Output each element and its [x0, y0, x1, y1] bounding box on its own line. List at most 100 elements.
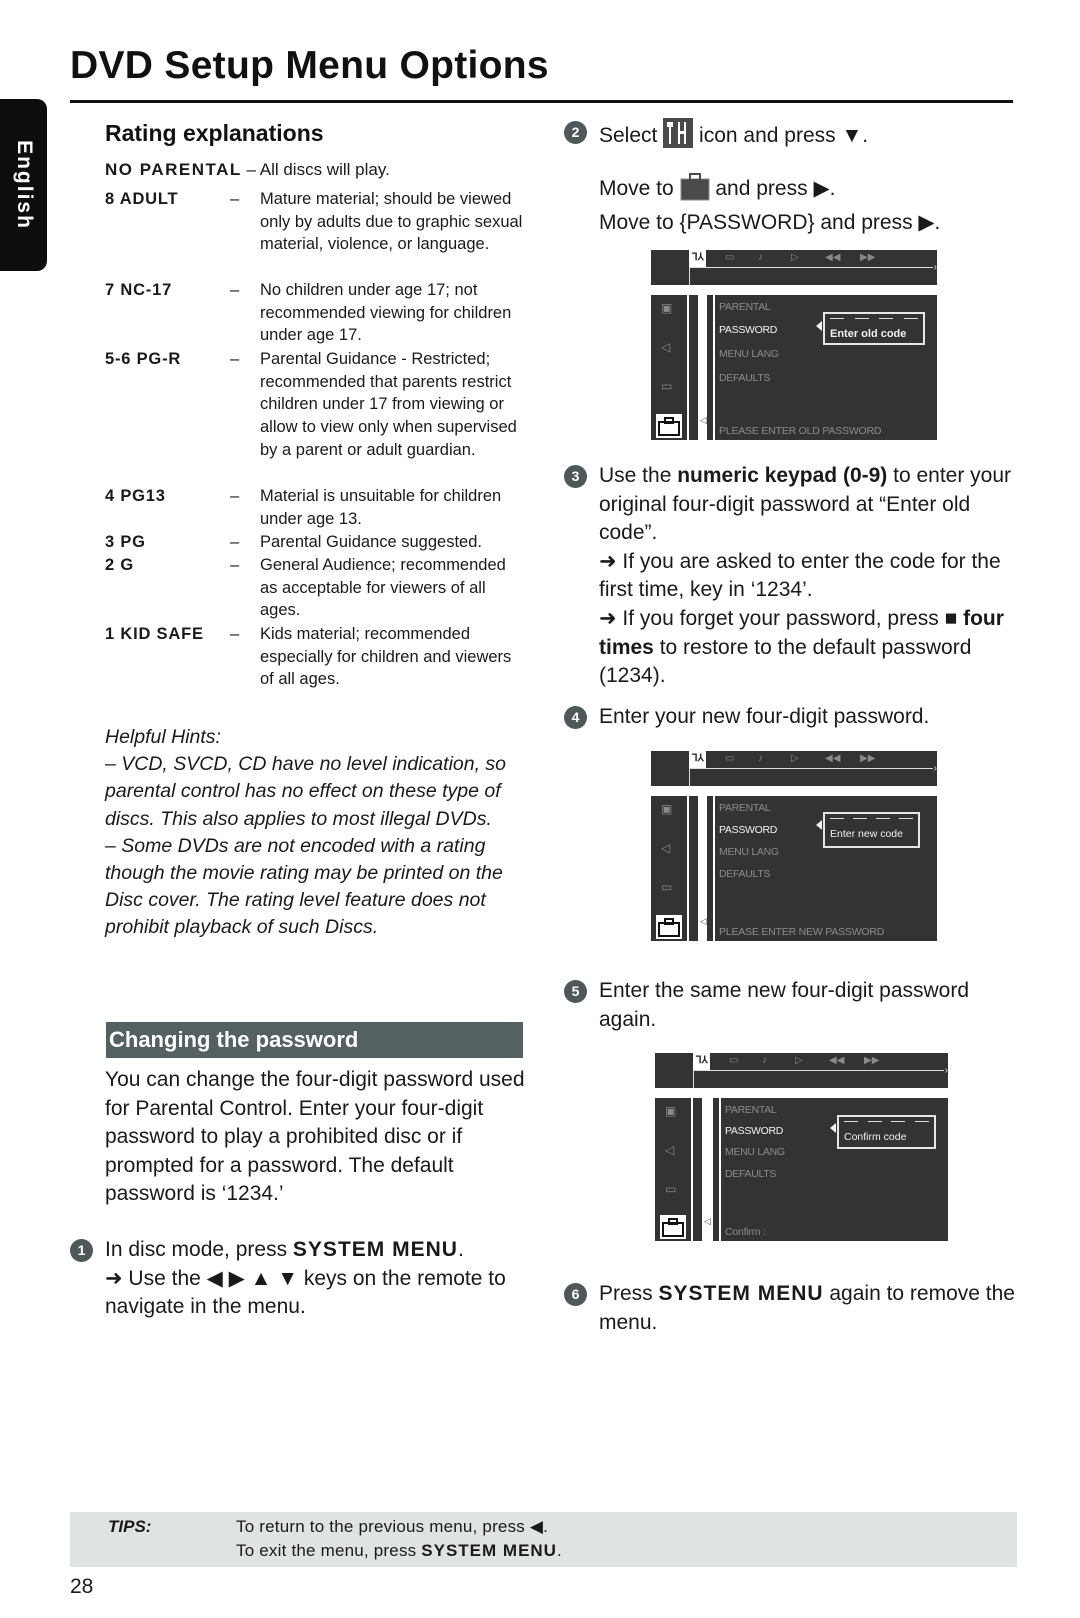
left-pointer-icon: ◁ [704, 1216, 711, 1226]
osd-menu-item-active: PASSWORD [725, 1125, 784, 1137]
rating-label: 1 KID SAFE [105, 625, 204, 643]
osd-side-bar: ▣ ◁ ▭ [651, 796, 687, 941]
osd-prompt: PLEASE ENTER NEW PASSWORD [719, 926, 885, 938]
rating-label: 8 ADULT [105, 190, 179, 208]
numeric-keypad-key: numeric keypad (0-9) [677, 464, 888, 487]
setup-tools-icon [663, 118, 694, 157]
tip-line: To return to the previous menu, press ◀. [236, 1517, 549, 1536]
step-subtext: to restore to the default password (1234… [599, 635, 972, 688]
subtitle-icon: ▭ [725, 252, 735, 263]
step-text: Enter the same new four-digit password a… [599, 979, 970, 1031]
briefcase-icon [660, 1215, 686, 1239]
osd-top-bar: Ꞁ⅄ ▭ ♪ ▷ ◀◀ ▶▶ › [651, 751, 937, 786]
rating-label: NO PARENTAL [105, 160, 242, 179]
rating-item: 4 PG13 – Material is unsuitable for chil… [105, 485, 525, 530]
changing-password-body: You can change the four-digit password u… [105, 1068, 525, 1206]
speaker-icon: ◁ [661, 841, 671, 855]
subtitle-bubble-icon: ▭ [661, 880, 673, 894]
briefcase-icon [656, 915, 682, 939]
osd-menu-item: MENU LANG [725, 1146, 785, 1158]
tips-box: TIPS: To return to the previous menu, pr… [70, 1512, 1017, 1567]
tip-text: . [556, 1541, 562, 1560]
rewind-icon: ◀◀ [829, 1055, 845, 1066]
osd-top-bar: Ꞁ⅄ ▭ ♪ ▷ ◀◀ ▶▶ › [655, 1053, 948, 1088]
rating-label: 2 G [105, 556, 134, 574]
rating-desc: Material is unsuitable for children unde… [260, 487, 502, 528]
subtitle-icon: ▭ [729, 1055, 739, 1066]
rating-dash: – [230, 487, 240, 505]
rating-item: 3 PG – Parental Guidance suggested. [105, 531, 525, 553]
system-menu-key: SYSTEM MENU [421, 1541, 557, 1560]
briefcase-icon [656, 414, 682, 438]
rating-item: 2 G – General Audience; recommended as a… [105, 554, 525, 622]
step-4: 4 Enter your new four-digit password. [564, 703, 1034, 733]
rating-explanations-heading: Rating explanations [105, 120, 324, 146]
hint-item: – Some DVDs are not encoded with a ratin… [105, 834, 503, 939]
setup-icon: Ꞁ⅄ [696, 1055, 708, 1066]
osd-menu-item: MENU LANG [719, 846, 779, 858]
helpful-hints: Helpful Hints: – VCD, SVCD, CD have no l… [105, 724, 525, 942]
code-entry-box: Enter new code [823, 812, 920, 848]
play-icon: ▷ [795, 1055, 803, 1066]
speaker-icon: ◁ [661, 340, 671, 354]
osd-side-bar: ▣ ◁ ▭ [655, 1098, 691, 1241]
picture-icon: ▣ [661, 802, 673, 816]
step-subtext: ➜ If you forget your password, press [599, 606, 945, 630]
hint-item: – VCD, SVCD, CD have no level indication… [105, 753, 507, 830]
tip-text: To exit the menu, press [236, 1541, 422, 1560]
osd-menu-item: DEFAULTS [719, 372, 771, 384]
osd-top-bar: Ꞁ⅄ ▭ ♪ ▷ ◀◀ ▶▶ › [651, 250, 937, 285]
step-number-badge: 4 [564, 706, 587, 729]
play-icon: ▷ [791, 252, 799, 263]
left-pointer-icon: ◁ [700, 415, 707, 425]
osd-prompt: Confirm : [725, 1226, 766, 1238]
fast-forward-icon: ▶▶ [860, 753, 876, 764]
osd-menu-item: PARENTAL [725, 1104, 777, 1116]
code-entry-box: Enter old code [823, 312, 925, 345]
osd-side-bar: ▣ ◁ ▭ [651, 295, 687, 440]
step-text: Use the [599, 464, 678, 487]
step-subtext: ➜ If you are asked to enter the code for… [599, 549, 1001, 602]
step-text: Enter your new four-digit password. [599, 705, 930, 728]
rating-desc: Mature material; should be viewed only b… [260, 190, 523, 254]
rating-label: 5-6 PG-R [105, 350, 182, 368]
language-tab: English [0, 99, 47, 271]
code-entry-box: Confirm code [837, 1115, 936, 1149]
code-entry-label: Confirm code [844, 1131, 907, 1143]
osd-menu-item: PARENTAL [719, 802, 771, 814]
page-number: 28 [70, 1575, 94, 1598]
rating-item: 7 NC-17 – No children under age 17; not … [105, 279, 525, 347]
osd-menu-item-active: PASSWORD [719, 824, 778, 836]
rewind-icon: ◀◀ [825, 252, 841, 263]
osd-menu-item-active: PASSWORD [719, 324, 778, 336]
osd-menu-panel: PARENTAL PASSWORD MENU LANG DEFAULTS Ent… [715, 796, 937, 941]
setup-icon: Ꞁ⅄ [692, 753, 704, 764]
osd-menu-item: DEFAULTS [725, 1168, 777, 1180]
tips-label: TIPS: [108, 1517, 152, 1536]
step-text: In disc mode, press [105, 1238, 293, 1261]
rating-label: 3 PG [105, 533, 146, 551]
code-entry-label: Enter old code [830, 328, 907, 340]
step-5: 5 Enter the same new four-digit password… [564, 977, 1034, 1037]
rating-desc: – All discs will play. [246, 160, 390, 179]
rewind-icon: ◀◀ [825, 753, 841, 764]
fast-forward-icon: ▶▶ [860, 252, 876, 263]
rating-dash: – [230, 533, 240, 551]
language-tab-label: English [12, 140, 36, 230]
fast-forward-icon: ▶▶ [864, 1055, 880, 1066]
tip-line: To exit the menu, press SYSTEM MENU. [236, 1541, 562, 1561]
step-1: 1 In disc mode, press SYSTEM MENU. ➜ Use… [70, 1236, 530, 1326]
code-entry-label: Enter new code [830, 828, 903, 840]
changing-password-heading: Changing the password [106, 1022, 523, 1058]
stop-key-icon: ■ [944, 606, 958, 630]
subtitle-icon: ▭ [725, 753, 735, 764]
step-subtext: ➜ Use the [105, 1266, 207, 1290]
speaker-icon: ◁ [665, 1143, 675, 1157]
rating-dash: – [230, 190, 240, 208]
osd-menu-item: PARENTAL [719, 301, 771, 313]
osd-screen-enter-old-code: Ꞁ⅄ ▭ ♪ ▷ ◀◀ ▶▶ › ▣ ◁ ▭ ▲ ◁ PARENTAL PASS… [651, 250, 937, 440]
audio-icon: ♪ [758, 252, 763, 263]
rating-item: 8 ADULT – Mature material; should be vie… [105, 188, 525, 278]
rating-dash: – [230, 350, 240, 368]
osd-menu-item: DEFAULTS [719, 868, 771, 880]
